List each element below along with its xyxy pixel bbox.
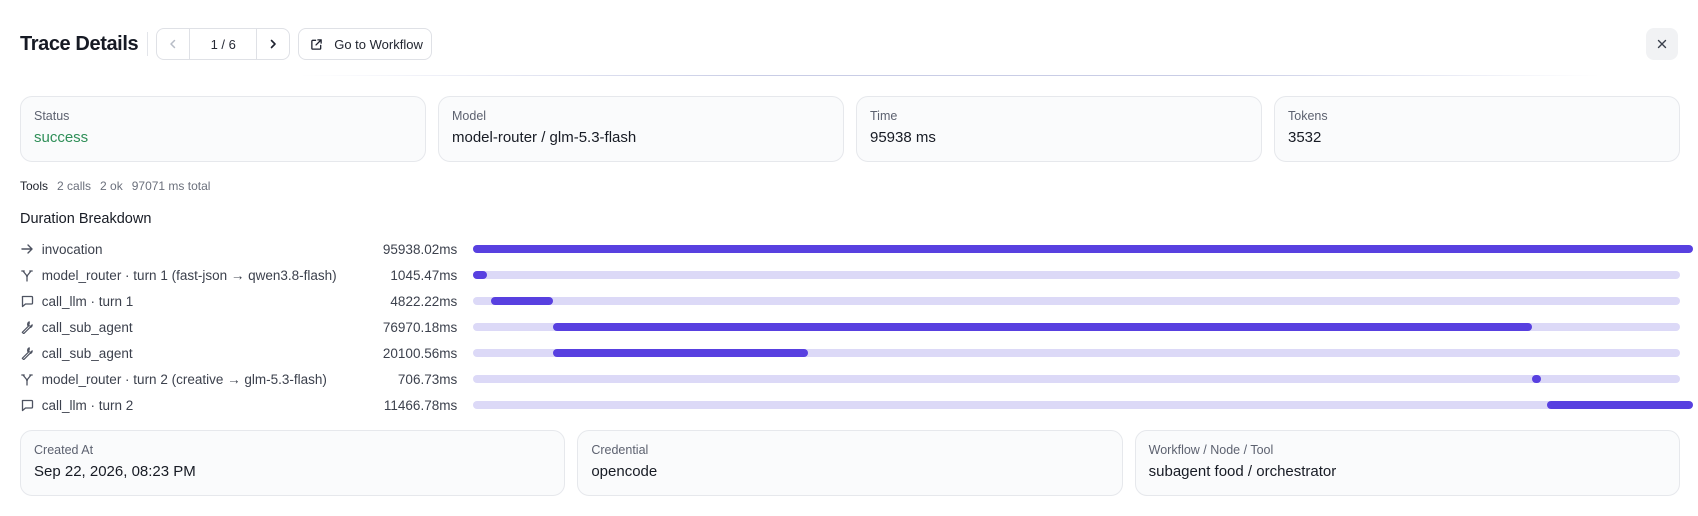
duration-row: invocation 95938.02ms [20,236,1694,262]
go-to-workflow-label: Go to Workflow [334,36,423,52]
header: Trace Details 1 / 6 Go to Workflow [20,28,1678,60]
router-branch-icon [20,366,42,392]
workflow-value: subagent food / orchestrator [1148,463,1337,480]
duration-row: model_router · turn 1 (fast-json → qwen3… [20,262,1680,288]
wrench-icon [20,314,42,340]
duration-row-ms: 11466.78ms [383,397,458,413]
chevron-left-icon [170,39,176,49]
duration-row-name: model_router · turn 2 (creative → glm-5.… [41,371,327,387]
time-value: 95938 ms [870,129,936,146]
duration-bar-fill [473,245,1694,253]
model-label: Model [452,109,487,123]
credential-card: Credential opencode [577,430,1123,496]
duration-breakdown-title: Duration Breakdown [20,211,152,227]
status-card: Status success [20,96,426,162]
duration-bar-track [473,297,1680,305]
tools-summary: Tools 2 calls 2 ok 97071 ms total [20,179,210,193]
duration-row-name: call_llm · turn 2 [41,397,134,413]
duration-bar-fill [1547,401,1694,409]
created-at-label: Created At [34,443,94,457]
duration-row: call_sub_agent 20100.56ms [20,340,1680,366]
tokens-card: Tokens 3532 [1274,96,1680,162]
tools-label: Tools [20,179,49,193]
duration-row-name: call_llm · turn 1 [41,293,134,309]
duration-row: call_sub_agent 76970.18ms [20,314,1680,340]
arrow-right-icon [20,236,42,262]
go-to-workflow-button[interactable]: Go to Workflow [298,28,433,60]
duration-row-name: call_sub_agent [41,319,133,335]
duration-bar-track [473,375,1680,383]
header-divider [147,32,149,56]
duration-bar-fill [473,271,487,279]
tools-calls: 2 calls [57,179,92,193]
tools-total: 97071 ms total [131,179,211,193]
duration-row: model_router · turn 2 (creative → glm-5.… [20,366,1680,392]
created-at-card: Created At Sep 22, 2026, 08:23 PM [20,430,566,496]
pager-count: 1 / 6 [189,29,258,59]
credential-value: opencode [591,463,658,480]
close-button[interactable] [1646,28,1678,60]
duration-row-ms: 76970.18ms [382,319,458,335]
close-icon [1657,39,1667,49]
duration-bar-track [473,349,1680,357]
duration-row-ms: 706.73ms [397,371,458,387]
duration-row-ms: 1045.47ms [390,267,458,283]
duration-bar-track [473,323,1680,331]
wrench-icon [20,340,42,366]
duration-bar-fill [552,323,1532,331]
duration-row-name: call_sub_agent [41,345,133,361]
workflow-label: Workflow / Node / Tool [1148,443,1274,457]
chevron-right-icon [270,39,277,49]
page-title: Trace Details [20,32,139,55]
duration-list: invocation 95938.02ms model_router · turn … [20,236,1694,418]
duration-bar-fill [1531,375,1541,383]
stats-row: Status success Model model-router / glm-… [20,96,1680,162]
trace-pager: 1 / 6 [156,28,291,60]
workflow-card: Workflow / Node / Tool subagent food / o… [1134,430,1680,496]
status-label: Status [34,109,70,123]
tokens-label: Tokens [1288,109,1328,123]
router-branch-icon [20,262,42,288]
tokens-value: 3532 [1288,129,1322,146]
external-link-icon [311,38,323,50]
chat-bubble-icon [20,288,42,314]
duration-row-name: invocation [41,241,103,257]
duration-bar-fill [552,349,809,357]
duration-row-ms: 4822.22ms [390,293,458,309]
duration-bar-track [473,401,1694,409]
duration-row: call_llm · turn 2 11466.78ms [20,392,1694,418]
duration-row-name: model_router · turn 1 (fast-json → qwen3… [41,267,337,283]
duration-bar-fill [491,297,553,305]
duration-bar-track [473,245,1694,253]
prev-trace-button[interactable] [157,29,189,59]
duration-bar-track [473,271,1680,279]
duration-row-ms: 95938.02ms [382,241,458,257]
created-at-value: Sep 22, 2026, 08:23 PM [34,463,196,480]
header-rule [300,75,1600,76]
time-label: Time [870,109,898,123]
next-trace-button[interactable] [257,29,289,59]
chat-bubble-icon [20,392,42,418]
model-value: model-router / glm-5.3-flash [452,129,637,146]
model-card: Model model-router / glm-5.3-flash [438,96,844,162]
tools-ok: 2 ok [100,179,123,193]
status-value: success [34,129,89,146]
credential-label: Credential [591,443,649,457]
meta-row: Created At Sep 22, 2026, 08:23 PM Creden… [20,430,1680,496]
duration-row: call_llm · turn 1 4822.22ms [20,288,1680,314]
duration-row-ms: 20100.56ms [382,345,458,361]
time-card: Time 95938 ms [856,96,1262,162]
